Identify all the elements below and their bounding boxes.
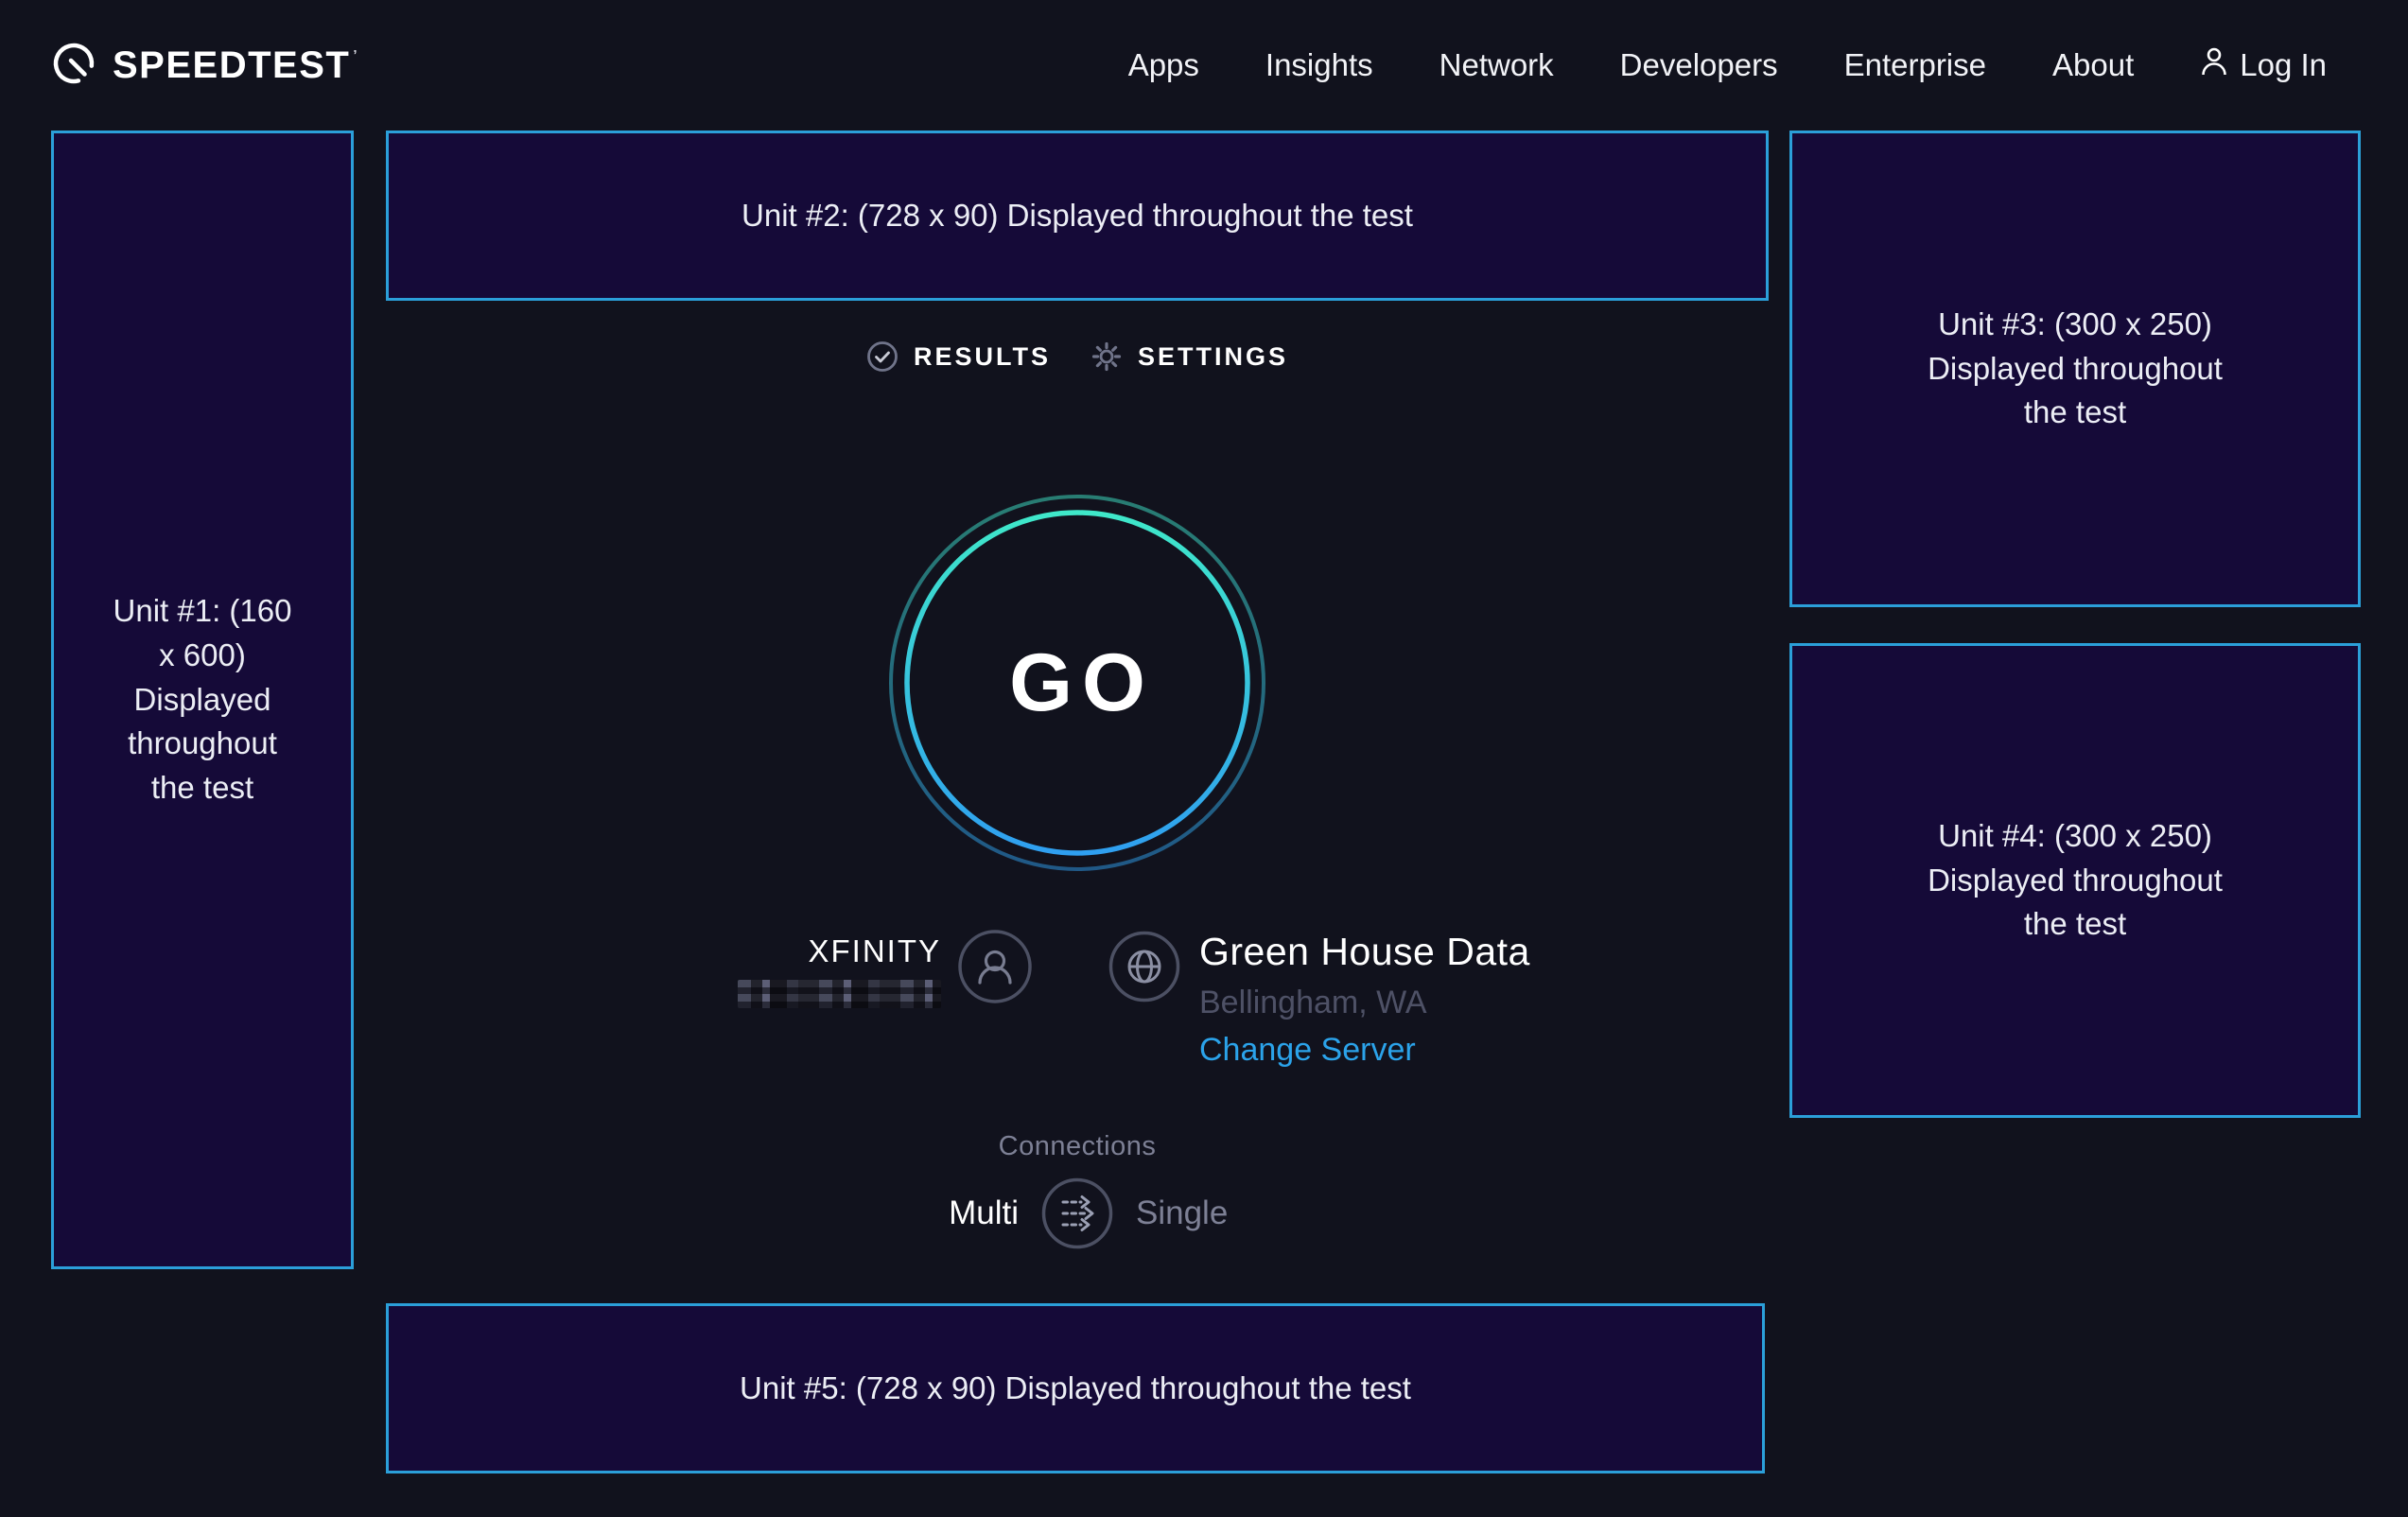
tab-results-label: RESULTS [914,342,1051,372]
isp-info: XFINITY [690,933,941,1013]
user-circle-icon[interactable] [957,929,1033,1004]
gear-icon [1091,340,1123,373]
ad-unit-4-rectangle-bottom: Unit #4: (300 x 250) Displayed throughou… [1789,643,2361,1118]
change-server-link[interactable]: Change Server [1199,1031,1416,1069]
tab-settings[interactable]: SETTINGS [1091,340,1288,373]
login-button[interactable]: Log In [2200,45,2327,85]
user-icon [2200,45,2228,85]
ad-unit-1-skyscraper: Unit #1: (160 x 600) Displayed throughou… [51,131,354,1269]
multi-connection-arrows-icon[interactable] [1041,1177,1113,1249]
ad-unit-label: Unit #3: (300 x 250) Displayed throughou… [1905,303,2245,436]
speedtest-page: SPEEDTEST’ Apps Insights Network Develop… [0,0,2408,1517]
connections-option-multi[interactable]: Multi [386,1194,1041,1232]
speedtest-logo[interactable]: SPEEDTEST’ [52,42,358,90]
ad-unit-label: Unit #4: (300 x 250) Displayed throughou… [1905,814,2245,948]
ad-unit-3-rectangle-top: Unit #3: (300 x 250) Displayed throughou… [1789,131,2361,607]
check-circle-icon [866,340,899,373]
nav-item-enterprise[interactable]: Enterprise [1844,47,1986,83]
server-name: Green House Data [1199,929,1530,974]
panel-tabs: RESULTS [386,340,1769,373]
test-panel: RESULTS [386,0,1769,1517]
nav-item-about[interactable]: About [2052,47,2134,83]
server-location: Bellingham, WA [1199,984,1530,1021]
tab-results[interactable]: RESULTS [866,340,1051,373]
trademark-mark: ’ [353,48,358,62]
go-button-label: GO [888,494,1266,872]
speedometer-gauge-icon [52,42,96,90]
login-label: Log In [2240,47,2327,83]
tab-settings-label: SETTINGS [1138,342,1288,372]
connections-heading: Connections [386,1131,1769,1162]
go-button[interactable]: GO [888,494,1266,872]
isp-name: XFINITY [690,933,941,970]
isp-detail-redacted [738,980,941,1008]
server-info: Green House Data Bellingham, WA Change S… [1199,929,1530,1069]
brand-name: SPEEDTEST’ [113,44,358,87]
connections-option-single[interactable]: Single [1113,1194,1769,1232]
globe-icon [1108,931,1180,1003]
ad-unit-label: Unit #1: (160 x 600) Displayed throughou… [113,589,292,811]
connections-toggle: Multi Single [386,1177,1769,1249]
